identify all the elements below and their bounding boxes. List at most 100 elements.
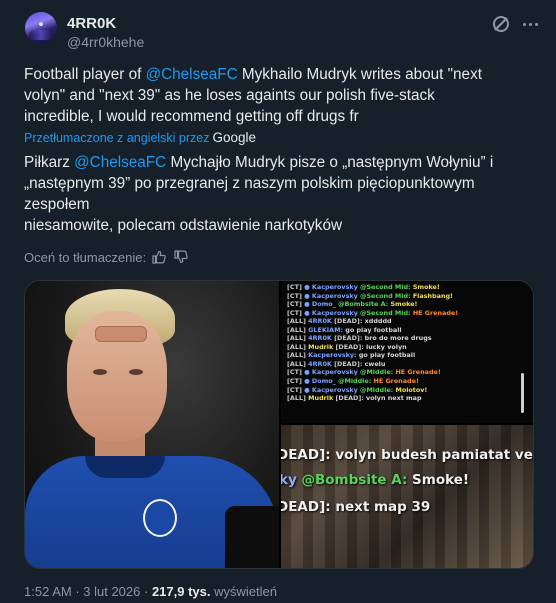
chat-tag: [CT] [287,283,305,291]
player-photo[interactable] [25,281,279,568]
chat-user: ● Kacperovsky [304,291,361,300]
more-options-icon[interactable] [519,14,541,34]
chat-user: GLEKIAM: [308,325,346,334]
chat-user: ● Domo_ [304,377,339,386]
chat-message: Flashbang! [412,291,453,300]
chat-line: [ALL] Mudrik [DEAD]: volyn next map [287,394,458,403]
chat-user: 4RR0K [308,317,335,326]
chat-location: @Bombsite A: [338,300,391,309]
chat-line: [CT] ● Kacperovsky @Middle: HE Grenade! [287,368,458,377]
chat-line: [ALL] Mudrik [DEAD]: lucky volyn [287,343,458,352]
chat-user: ● Kacperovsky [304,308,361,317]
mention-link[interactable]: @ChelseaFC [74,154,166,171]
chat-tag: [ALL] [287,334,309,343]
tweet-text-original: Football player of @ChelseaFC Mykhailo M… [24,64,524,127]
thumbs-up-icon[interactable] [152,250,166,264]
chat-message: HE Grenade! [412,308,459,317]
chat-location: @Middle: [360,385,396,394]
game-chat-message: Smoke! [407,472,470,488]
chat-tag: [ALL] [287,325,309,334]
chat-line: [ALL] 4RR0K [DEAD]: cwelu [287,360,458,369]
chat-message: Smoke! [412,283,440,291]
photo-bandage [95,326,147,342]
photo-sleeve [225,506,279,568]
rate-translation-label: Oceń to tłumaczenie: [24,250,147,265]
chat-message: xddddd [364,317,392,326]
chat-tag: [ALL] [287,359,309,368]
chat-location: [DEAD]: [334,334,365,343]
chat-log: [CT] ● Kacperovsky @Second Mid: Smoke! [C… [287,283,458,403]
chat-line: [CT] ● Domo_ @Bombsite A: Smoke! [287,300,458,309]
photo-eye [129,369,143,375]
chat-location: [DEAD]: [334,317,365,326]
chat-line: [CT] ● Kacperovsky @Second Mid: Smoke! [287,283,458,292]
tweet-date[interactable]: 3 lut 2026 [83,584,140,599]
chat-message: go play football [358,351,416,360]
game-chat-line: DEAD]: next map 39 [281,499,431,515]
chat-scrollbar [521,373,524,413]
chat-message: bro do more drugs [364,334,432,343]
photo-eye [93,369,107,375]
chat-message: go play football [345,325,402,334]
photo-collar [85,456,165,478]
author-name[interactable]: 4RR0K [67,15,116,32]
tweet: 4RR0K @4rr0khehe Football player of @Che… [0,0,556,603]
chat-line: [CT] ● Domo_ @Middle: HE Grenade! [287,377,458,386]
chat-location: @Middle: [360,368,396,377]
chat-location: @Second Mid: [360,291,413,300]
chat-user: Mudrik [308,394,336,403]
chat-tag: [CT] [287,291,305,300]
tweet-time[interactable]: 1:52 AM [24,584,72,599]
translation-label: Przetłumaczone z angielski przez [24,131,210,145]
mention-link[interactable]: @ChelseaFC [146,66,238,83]
chat-user: ● Kacperovsky [304,368,361,377]
chat-user: Kacperovsky: [308,351,359,360]
views-label: wyświetleń [210,584,277,599]
game-chat-location: @Bombsite A: [301,472,408,488]
separator: · [140,584,152,599]
chat-location: @Middle: [338,377,374,386]
chat-message: Molotov! [395,385,428,394]
chat-line: [ALL] Kacperovsky: go play football [287,351,458,360]
chat-tag: [CT] [287,385,305,394]
game-chat-line: ky @Bombsite A: Smoke! [281,472,469,488]
chat-message: lucky volyn [366,342,407,351]
chat-line: [CT] ● Kacperovsky @Second Mid: HE Grena… [287,309,458,318]
chat-message: Smoke! [390,300,418,309]
chat-tag: [CT] [287,300,305,309]
chat-tag: [ALL] [287,317,309,326]
tweet-text-translated: Piłkarz @ChelseaFC Mychajło Mudryk pisze… [24,152,524,236]
translation-provider: Google [212,130,257,145]
avatar[interactable] [25,12,57,44]
tweet-meta: 1:52 AM · 3 lut 2026 · 217,9 tys. wyświe… [24,584,277,599]
chat-message: volyn next map [366,394,422,403]
chat-user: ● Kacperovsky [304,283,361,291]
chat-tag: [ALL] [287,342,309,351]
chat-message: HE Grenade! [373,377,419,386]
thumbs-down-icon[interactable] [174,250,188,264]
game-screenshot[interactable]: DEAD]: volyn budesh pamiatat vechn ky @B… [281,425,533,568]
separator: · [71,584,84,599]
chat-user: 4RR0K [308,334,335,343]
author-handle[interactable]: @4rr0khehe [67,34,144,50]
chat-location: [DEAD]: [335,394,367,403]
views-count: 217,9 tys. [151,584,211,599]
chat-user: Mudrik [308,342,336,351]
chat-line: [CT] ● Kacperovsky @Second Mid: Flashban… [287,292,458,301]
chat-tag: [ALL] [287,394,309,403]
game-chat-screenshot[interactable]: [CT] ● Kacperovsky @Second Mid: Smoke! [C… [281,281,533,423]
grok-icon[interactable] [491,14,511,34]
game-chat-line: DEAD]: volyn budesh pamiatat vechn [281,447,533,463]
chat-location: [DEAD]: [335,342,367,351]
chat-line: [ALL] 4RR0K [DEAD]: bro do more drugs [287,334,458,343]
chat-message: cwelu [364,359,386,368]
chat-line: [ALL] 4RR0K [DEAD]: xddddd [287,317,458,326]
chat-tag: [ALL] [287,351,309,360]
chat-user: ● Domo_ [304,300,339,309]
chat-location: @Second Mid: [360,308,413,317]
chat-user: ● Kacperovsky [304,385,361,394]
media-grid: [CT] ● Kacperovsky @Second Mid: Smoke! [C… [24,280,534,569]
tweet-text-part: Piłkarz [24,154,75,171]
translation-attribution[interactable]: Przetłumaczone z angielski przez Google [24,130,256,145]
chat-message: HE Grenade! [395,368,441,377]
